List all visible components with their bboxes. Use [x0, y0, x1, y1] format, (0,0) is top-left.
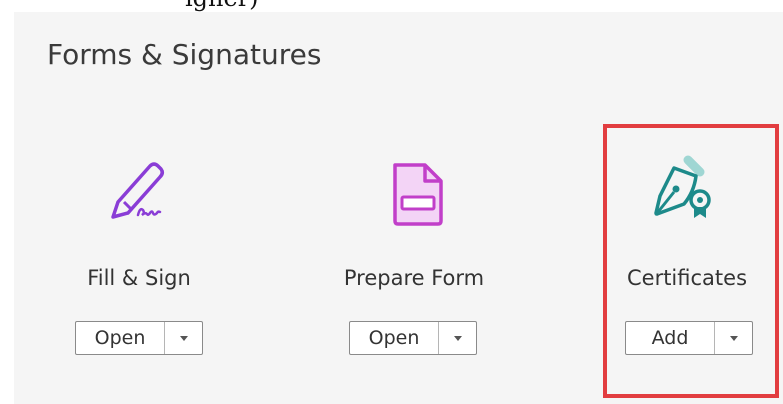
tool-label-certificates: Certificates	[626, 266, 748, 290]
tool-prepare-form: Prepare Form Open	[254, 12, 494, 404]
tool-fill-sign: Fill & Sign Open	[14, 12, 254, 404]
cutoff-header-text: igner)	[185, 0, 259, 12]
fill-sign-split-button: Open	[75, 321, 203, 355]
prepare-form-split-button: Open	[349, 321, 477, 355]
tool-label-prepare-form: Prepare Form	[343, 266, 485, 290]
tool-label-fill-sign: Fill & Sign	[87, 266, 191, 290]
fill-sign-dropdown-button[interactable]	[165, 322, 202, 354]
chevron-down-icon	[179, 335, 188, 341]
certificates-dropdown-button[interactable]	[715, 322, 752, 354]
fill-sign-open-button[interactable]: Open	[76, 322, 165, 354]
prepare-form-dropdown-button[interactable]	[439, 322, 476, 354]
forms-signatures-panel: Forms & Signatures Fill & Sign Open Prep…	[14, 12, 783, 404]
form-document-icon[interactable]	[383, 157, 453, 227]
pen-sign-icon[interactable]	[102, 157, 172, 227]
certificates-add-button[interactable]: Add	[626, 322, 715, 354]
tool-certificates: Certificates Add	[594, 12, 783, 404]
prepare-form-open-button[interactable]: Open	[350, 322, 439, 354]
chevron-down-icon	[453, 335, 462, 341]
certificate-pen-icon[interactable]	[644, 152, 714, 222]
chevron-down-icon	[729, 335, 738, 341]
certificates-split-button: Add	[625, 321, 753, 355]
cutoff-header-text-container: igner)	[0, 0, 783, 12]
